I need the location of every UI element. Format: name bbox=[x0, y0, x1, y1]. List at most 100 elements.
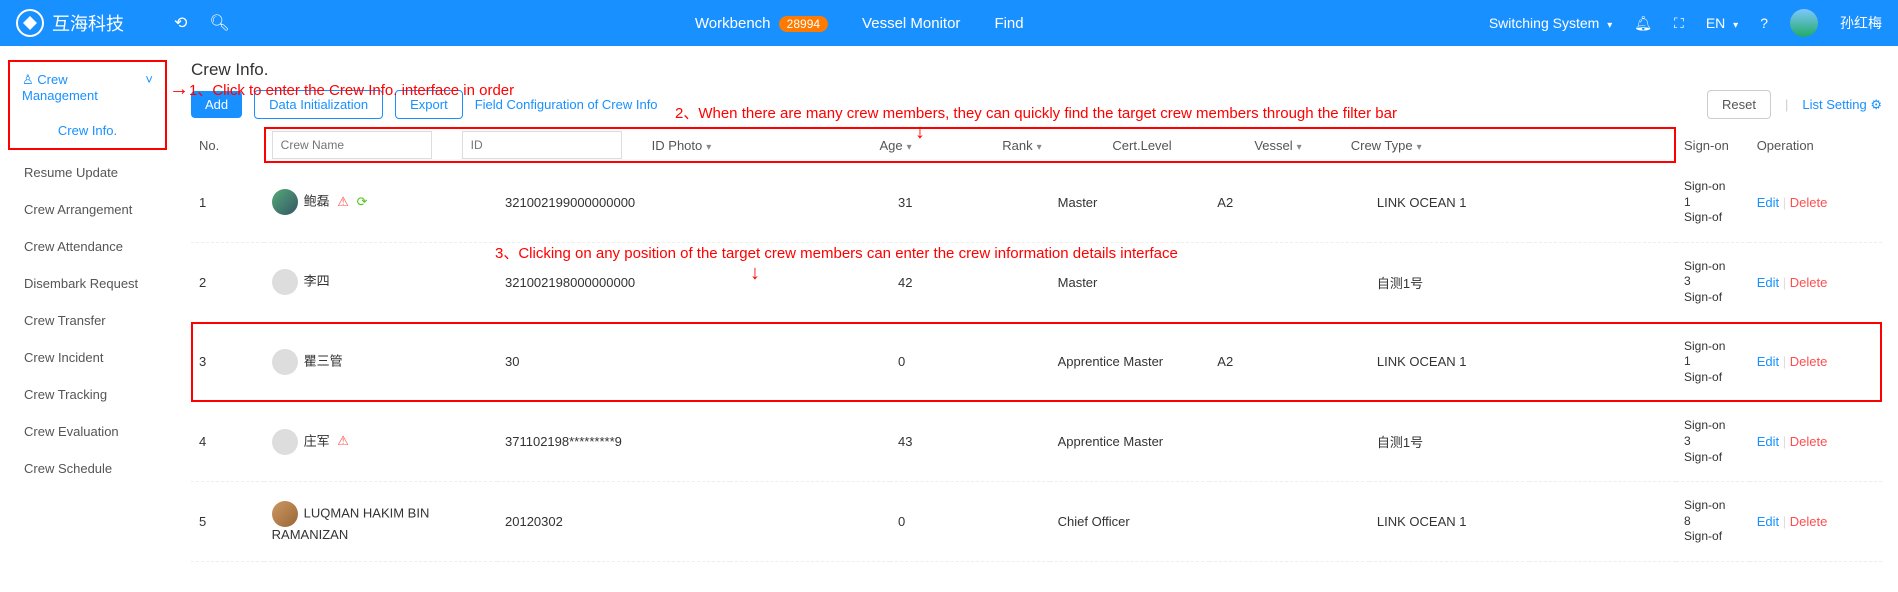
filter-bar: ID Photo▾ Age▾ Rank▾ Cert.Level Vessel▾ … bbox=[264, 127, 1676, 163]
sidebar-item-crew-arrangement[interactable]: Crew Arrangement bbox=[0, 191, 175, 228]
cell-id-photo bbox=[730, 322, 890, 402]
crew-avatar-icon bbox=[272, 429, 298, 455]
cell-id-photo bbox=[730, 402, 890, 482]
crew-avatar-icon bbox=[272, 189, 298, 215]
sidebar-item-crew-tracking[interactable]: Crew Tracking bbox=[0, 376, 175, 413]
search-icon[interactable]: 🔍︎ bbox=[209, 13, 229, 33]
cell-crew-type bbox=[1529, 163, 1676, 242]
cell-vessel: 自测1号 bbox=[1369, 242, 1529, 322]
sidebar-item-resume-update[interactable]: Resume Update bbox=[0, 154, 175, 191]
cell-id: 321002198000000000 bbox=[497, 242, 730, 322]
cell-operation: Edit | Delete bbox=[1749, 163, 1882, 242]
bell-icon[interactable]: 🔔︎ bbox=[1634, 15, 1652, 32]
top-nav: Workbench 28994 Vessel Monitor Find bbox=[695, 15, 1024, 32]
crew-avatar-icon bbox=[272, 501, 298, 527]
cell-sign-on: Sign-on1Sign-of bbox=[1676, 163, 1749, 242]
fullscreen-icon[interactable]: ⛶ bbox=[1674, 15, 1684, 32]
nav-find[interactable]: Find bbox=[994, 15, 1023, 32]
crew-avatar-icon bbox=[272, 349, 298, 375]
logo-icon bbox=[16, 9, 44, 37]
sidebar-group-crew: ♙ Crew Management ˅ Crew Info. bbox=[8, 60, 167, 150]
crew-name-filter[interactable] bbox=[272, 131, 432, 159]
cell-rank: Chief Officer bbox=[1050, 482, 1210, 562]
top-left-icons: ⟲ 🔍︎ bbox=[174, 13, 230, 33]
delete-link[interactable]: Delete bbox=[1790, 195, 1828, 210]
lang-switch[interactable]: EN ▾ bbox=[1706, 15, 1738, 31]
sidebar-item-crew-evaluation[interactable]: Crew Evaluation bbox=[0, 413, 175, 450]
th-no: No. bbox=[191, 127, 264, 163]
avatar[interactable] bbox=[1790, 9, 1818, 37]
cell-name: 李四 bbox=[264, 242, 497, 322]
check-icon: ⟳ bbox=[357, 194, 368, 209]
cell-vessel: LINK OCEAN 1 bbox=[1369, 163, 1529, 242]
th-vessel[interactable]: Vessel▾ bbox=[1172, 138, 1302, 153]
switch-system[interactable]: Switching System ▾ bbox=[1489, 15, 1612, 31]
cell-crew-type bbox=[1529, 402, 1676, 482]
cell-no: 1 bbox=[191, 163, 264, 242]
sidebar-item-crew-info[interactable]: Crew Info. bbox=[10, 113, 165, 148]
cell-name: 鲍磊 ⚠ ⟳ bbox=[264, 163, 497, 242]
edit-link[interactable]: Edit bbox=[1757, 514, 1779, 529]
username[interactable]: 孙红梅 bbox=[1840, 13, 1882, 33]
table-row[interactable]: 4庄军 ⚠371102198*********943Apprentice Mas… bbox=[191, 402, 1882, 482]
cell-vessel: LINK OCEAN 1 bbox=[1369, 482, 1529, 562]
cell-crew-type bbox=[1529, 322, 1676, 402]
cell-operation: Edit | Delete bbox=[1749, 242, 1882, 322]
table-row[interactable]: 2李四32100219800000000042Master自测1号Sign-on… bbox=[191, 242, 1882, 322]
cell-sign-on: Sign-on3Sign-of bbox=[1676, 402, 1749, 482]
th-crew-type[interactable]: Crew Type▾ bbox=[1302, 138, 1422, 153]
sidebar-item-disembark-request[interactable]: Disembark Request bbox=[0, 265, 175, 302]
nav-workbench[interactable]: Workbench 28994 bbox=[695, 15, 828, 32]
id-filter[interactable] bbox=[462, 131, 622, 159]
edit-link[interactable]: Edit bbox=[1757, 275, 1779, 290]
warning-icon: ⚠ bbox=[337, 433, 349, 448]
cell-rank: Apprentice Master bbox=[1050, 402, 1210, 482]
toolbar: Add Data Initialization Export Field Con… bbox=[191, 90, 1882, 119]
nav-vessel-monitor[interactable]: Vessel Monitor bbox=[862, 15, 960, 32]
delete-link[interactable]: Delete bbox=[1790, 434, 1828, 449]
cell-rank: Apprentice Master bbox=[1050, 322, 1210, 402]
sidebar-item-crew-incident[interactable]: Crew Incident bbox=[0, 339, 175, 376]
table-row[interactable]: 1鲍磊 ⚠ ⟳32100219900000000031MasterA2LINK … bbox=[191, 163, 1882, 242]
th-id-photo[interactable]: ID Photo▾ bbox=[652, 138, 782, 153]
crew-avatar-icon bbox=[272, 269, 298, 295]
sidebar-item-crew-schedule[interactable]: Crew Schedule bbox=[0, 450, 175, 487]
cell-cert bbox=[1209, 402, 1369, 482]
main-content: Crew Info. →1、Click to enter the Crew In… bbox=[175, 46, 1898, 562]
cell-id: 371102198*********9 bbox=[497, 402, 730, 482]
sidebar-group-header[interactable]: ♙ Crew Management ˅ bbox=[10, 62, 165, 113]
reset-button[interactable]: Reset bbox=[1707, 90, 1771, 119]
cell-name: 庄军 ⚠ bbox=[264, 402, 497, 482]
th-sign-on: Sign-on bbox=[1676, 127, 1749, 163]
sidebar-item-crew-attendance[interactable]: Crew Attendance bbox=[0, 228, 175, 265]
add-button[interactable]: Add bbox=[191, 91, 242, 118]
table-row[interactable]: 3瞿三管300Apprentice MasterA2LINK OCEAN 1Si… bbox=[191, 322, 1882, 402]
cell-cert bbox=[1209, 242, 1369, 322]
cell-no: 2 bbox=[191, 242, 264, 322]
delete-link[interactable]: Delete bbox=[1790, 275, 1828, 290]
table-row[interactable]: 5LUQMAN HAKIM BIN RAMANIZAN201203020Chie… bbox=[191, 482, 1882, 562]
export-button[interactable]: Export bbox=[395, 90, 463, 119]
data-init-button[interactable]: Data Initialization bbox=[254, 90, 383, 119]
th-rank[interactable]: Rank▾ bbox=[912, 138, 1042, 153]
cell-cert bbox=[1209, 482, 1369, 562]
edit-link[interactable]: Edit bbox=[1757, 195, 1779, 210]
cell-age: 0 bbox=[890, 482, 1050, 562]
edit-link[interactable]: Edit bbox=[1757, 354, 1779, 369]
cell-operation: Edit | Delete bbox=[1749, 402, 1882, 482]
help-icon[interactable]: ? bbox=[1760, 15, 1768, 31]
workbench-badge: 28994 bbox=[779, 16, 828, 32]
back-icon[interactable]: ⟲ bbox=[174, 13, 187, 33]
edit-link[interactable]: Edit bbox=[1757, 434, 1779, 449]
cell-id-photo bbox=[730, 482, 890, 562]
th-age[interactable]: Age▾ bbox=[782, 138, 912, 153]
sidebar-item-crew-transfer[interactable]: Crew Transfer bbox=[0, 302, 175, 339]
cell-age: 42 bbox=[890, 242, 1050, 322]
delete-link[interactable]: Delete bbox=[1790, 514, 1828, 529]
cell-age: 43 bbox=[890, 402, 1050, 482]
delete-link[interactable]: Delete bbox=[1790, 354, 1828, 369]
field-config-link[interactable]: Field Configuration of Crew Info bbox=[475, 97, 658, 112]
cell-id-photo bbox=[730, 163, 890, 242]
cell-id: 20120302 bbox=[497, 482, 730, 562]
list-setting-link[interactable]: List Setting ⚙ bbox=[1802, 97, 1882, 113]
